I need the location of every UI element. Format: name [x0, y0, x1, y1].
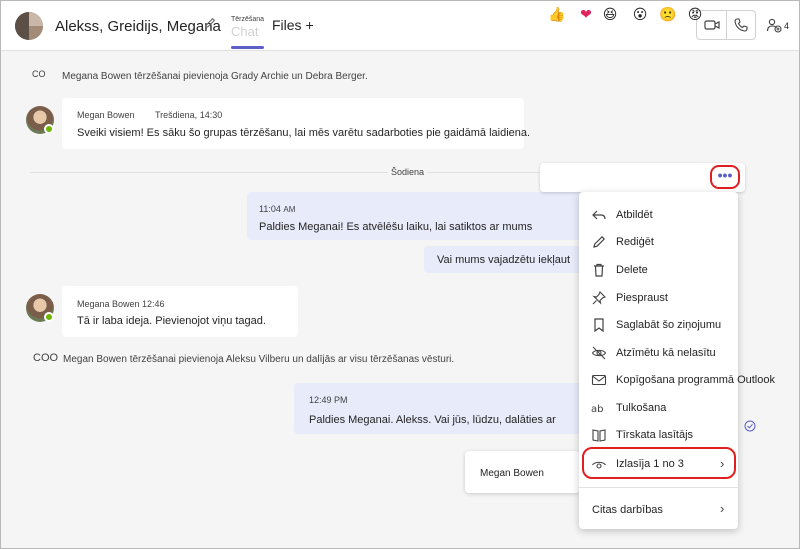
people-add-icon[interactable]: [766, 17, 782, 33]
day-divider: [30, 172, 550, 173]
tab-chat-label: Chat: [231, 24, 259, 39]
menu-label: Delete: [616, 264, 648, 276]
menu-item-share-outlook[interactable]: Kopīgošana programmā Outlook: [579, 367, 775, 393]
menu-label: Rediģēt: [616, 236, 654, 248]
menu-item-edit[interactable]: Rediģēt: [579, 229, 738, 255]
pin-icon: [592, 291, 606, 305]
reader-name: Megan Bowen: [480, 468, 544, 479]
message-text: Paldies Meganai! Es atvēlēšu laiku, lai …: [259, 221, 533, 233]
reader-icon: [592, 429, 606, 442]
message-bubble[interactable]: [62, 286, 298, 337]
menu-label: Saglabāt šo ziņojumu: [616, 319, 722, 331]
message-time: 11:04 AM: [259, 204, 295, 214]
day-label: Šodiena: [388, 167, 428, 177]
message-bubble[interactable]: [62, 98, 524, 149]
message-text: Tā ir laba ideja. Pievienojot viņu tagad…: [77, 315, 266, 327]
chevron-right-icon: ›: [720, 501, 725, 516]
active-tab-indicator: [231, 46, 264, 49]
translate-icon: ab: [591, 404, 603, 415]
audio-call-icon[interactable]: [733, 17, 749, 33]
group-avatar[interactable]: [15, 12, 43, 40]
edit-icon: [593, 235, 606, 248]
highlight-ring: [582, 447, 736, 479]
surprised-reaction[interactable]: 😮: [631, 5, 649, 23]
chat-title[interactable]: Alekss, Greidijs, Megana: [55, 18, 221, 35]
menu-item-more-actions[interactable]: Citas darbības: [579, 497, 738, 523]
menu-label: Kopīgošana programmā Outlook: [616, 374, 775, 386]
system-icon: CO: [32, 69, 46, 79]
message-text: Sveiki visiem! Es sāku šo grupas tērzēša…: [77, 127, 531, 139]
sender-name: Megan Bowen: [77, 110, 135, 120]
participant-count: 4: [784, 21, 790, 31]
message-text: Paldies Meganai. Alekss. Vai jūs, lūdzu,…: [309, 414, 556, 426]
menu-item-mark-unread[interactable]: Atzīmētu kā nelasītu: [579, 340, 738, 366]
tab-files[interactable]: Files +: [272, 17, 314, 33]
more-options-icon[interactable]: •••: [716, 168, 734, 185]
menu-item-save[interactable]: Saglabāt šo ziņojumu: [579, 312, 738, 338]
heart-reaction[interactable]: ❤: [577, 5, 595, 23]
menu-item-reply[interactable]: Atbildēt: [579, 202, 738, 228]
reply-icon: [592, 210, 606, 220]
menu-item-delete[interactable]: Delete: [579, 257, 738, 283]
angry-reaction[interactable]: 😡: [686, 5, 704, 23]
time-period: AM: [283, 205, 296, 214]
bookmark-icon: [594, 318, 604, 333]
menu-label: Piespraust: [616, 292, 668, 304]
menu-label: Tīrskata lasītājs: [616, 429, 694, 441]
message-text: Vai mums vajadzētu iekļaut: [437, 254, 571, 266]
unread-eye-icon: [591, 346, 607, 360]
menu-item-pin[interactable]: Piespraust: [579, 285, 738, 311]
system-icon: COO: [33, 352, 59, 364]
my-message-bubble[interactable]: [294, 383, 583, 434]
menu-item-immersive-reader[interactable]: Tīrskata lasītājs: [579, 422, 738, 448]
pencil-icon[interactable]: [203, 16, 217, 30]
menu-item-translate[interactable]: ab Tulkošana: [579, 395, 738, 421]
menu-label: Atbildēt: [616, 209, 653, 221]
delete-icon: [594, 263, 604, 277]
system-message: Megan Bowen tērzēšanai pievienoja Aleksu…: [63, 354, 455, 365]
system-message: Megana Bowen tērzēšanai pievienoja Grady…: [62, 71, 368, 82]
menu-label: Citas darbības: [592, 504, 663, 516]
sad-reaction[interactable]: 🙁: [659, 5, 677, 23]
svg-text:ab: ab: [591, 404, 603, 415]
time-value: 11:04: [259, 204, 281, 214]
message-time: 12:49 PM: [309, 395, 348, 405]
laugh-reaction[interactable]: 😆: [601, 5, 619, 23]
menu-label: Atzīmētu kā nelasītu: [616, 347, 716, 359]
like-reaction[interactable]: 👍: [548, 5, 566, 23]
mail-icon: [591, 374, 607, 386]
tab-chat[interactable]: Tērzēšana Chat: [231, 14, 267, 50]
presence-badge: [44, 124, 54, 134]
video-call-icon[interactable]: [704, 17, 720, 33]
message-time: Trešdiena, 14:30: [155, 110, 223, 120]
tab-chat-caption: Tērzēšana: [231, 16, 265, 23]
sender-name: Megana Bowen 12:46: [77, 299, 165, 309]
menu-divider: [579, 487, 738, 488]
seen-check-icon: [744, 420, 756, 432]
presence-badge: [44, 312, 54, 322]
menu-label: Tulkošana: [616, 402, 667, 414]
